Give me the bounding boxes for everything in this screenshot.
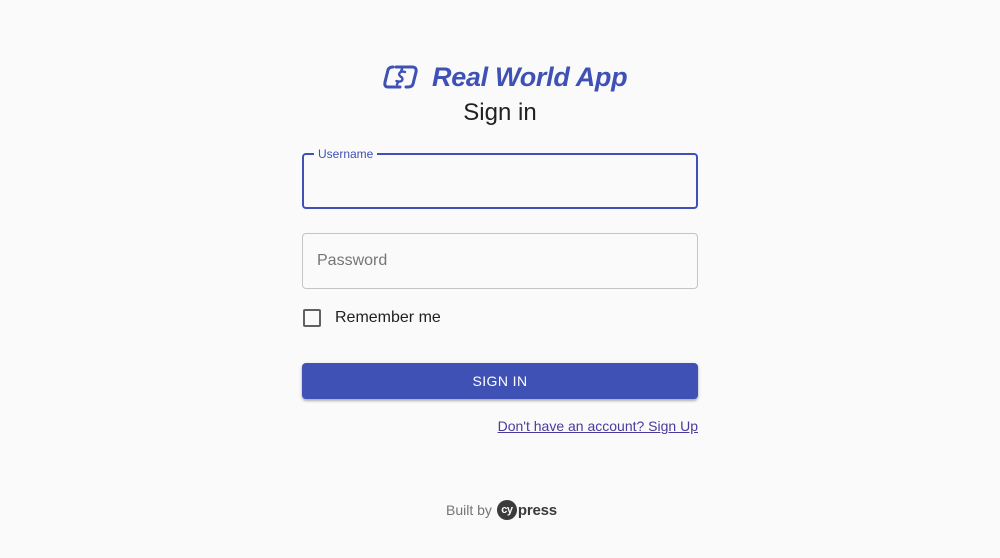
- footer: Built by cy press: [446, 500, 557, 520]
- remember-me-label[interactable]: Remember me: [335, 309, 441, 327]
- app-logo: Real World App: [382, 60, 628, 94]
- cypress-cy-icon: cy: [496, 500, 517, 520]
- built-by-text: Built by: [446, 502, 492, 518]
- dollar-exchange-icon: [382, 64, 426, 90]
- signin-page: Real World App Sign in Username Password…: [0, 0, 1000, 558]
- username-field[interactable]: Username: [302, 146, 698, 209]
- sign-in-button[interactable]: SIGN IN: [302, 363, 698, 399]
- cypress-wordmark: press: [517, 501, 557, 519]
- checkbox-icon[interactable]: [303, 309, 321, 327]
- cypress-logo[interactable]: cy press: [496, 500, 557, 520]
- username-input[interactable]: [304, 155, 696, 207]
- sign-up-link[interactable]: Don't have an account? Sign Up: [498, 418, 698, 434]
- app-name: Real World App: [432, 61, 628, 92]
- remember-me-checkbox[interactable]: Remember me: [303, 308, 441, 328]
- page-title: Sign in: [463, 99, 537, 126]
- password-input[interactable]: [303, 234, 697, 288]
- password-field[interactable]: Password: [302, 233, 698, 289]
